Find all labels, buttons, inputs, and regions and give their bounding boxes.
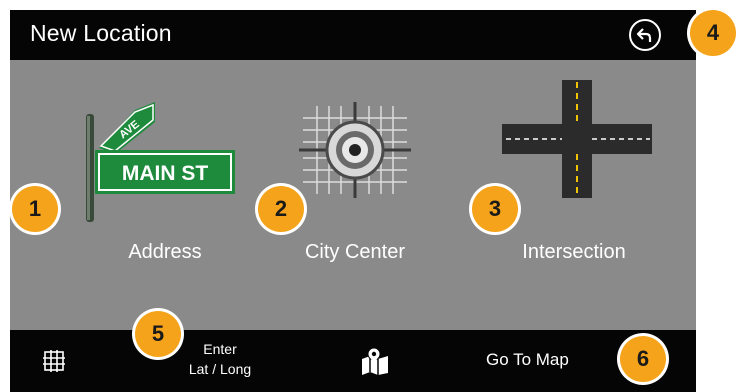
address-label: Address <box>128 241 202 263</box>
city-center-target-icon <box>299 102 411 198</box>
back-arrow-icon <box>636 28 652 42</box>
callout-5: 5 <box>135 311 181 357</box>
city-center-label: City Center <box>304 241 406 263</box>
address-option[interactable]: AVE MAIN ST Address <box>65 60 265 330</box>
callout-4: 4 <box>690 10 736 56</box>
callout-6: 6 <box>620 336 666 382</box>
coordinate-grid-icon <box>43 350 65 372</box>
callout-3: 3 <box>472 186 518 232</box>
device-screen: New Location AVE MAIN ST Address City Ce… <box>10 10 696 392</box>
latlong-grid-button[interactable] <box>42 349 66 373</box>
back-button[interactable] <box>629 19 661 51</box>
title-bar: New Location <box>10 10 696 60</box>
page-title: New Location <box>30 20 172 46</box>
callout-1: 1 <box>12 186 58 232</box>
map-button[interactable] <box>360 347 390 375</box>
callout-2: 2 <box>258 186 304 232</box>
street-sign-icon: AVE MAIN ST <box>86 102 235 222</box>
intersection-label: Intersection <box>522 241 626 263</box>
location-options-panel: AVE MAIN ST Address City Center Intersec… <box>10 60 696 330</box>
sign-main-text: MAIN ST <box>122 162 209 185</box>
enter-latlong-line2: Lat / Long <box>188 361 252 377</box>
go-to-map-button[interactable]: Go To Map <box>486 350 569 370</box>
intersection-icon <box>502 80 652 198</box>
bottom-toolbar: Enter Lat / Long Go To Map <box>10 330 696 392</box>
folded-map-icon <box>362 347 388 375</box>
